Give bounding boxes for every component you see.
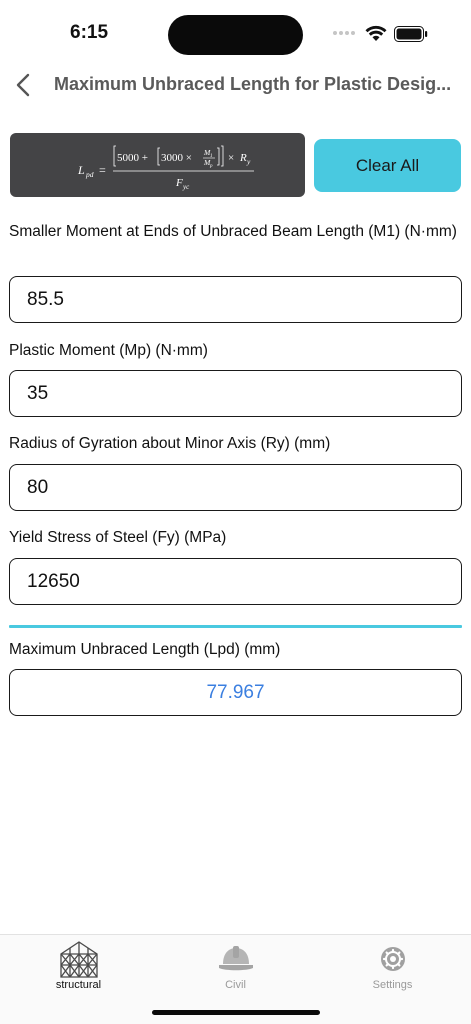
formula-equals: = <box>99 163 106 177</box>
m1-label: Smaller Moment at Ends of Unbraced Beam … <box>9 223 457 240</box>
formula-lhs-sub: pd <box>85 170 94 179</box>
tab-civil[interactable]: Civil <box>157 935 314 997</box>
formula-term-3000: 3000 × <box>161 152 192 164</box>
status-bar: 6:15 <box>0 0 471 62</box>
chevron-left-icon <box>16 73 30 97</box>
helmet-icon <box>218 946 253 971</box>
cellular-signal-icon <box>333 31 355 35</box>
mp-input[interactable] <box>9 370 462 417</box>
m1-input[interactable] <box>9 276 462 323</box>
ry-label: Radius of Gyration about Minor Axis (Ry)… <box>9 435 331 452</box>
formula-mp-sub: p <box>209 164 213 169</box>
tab-structural-label: structural <box>55 979 102 991</box>
tab-settings[interactable]: Settings <box>314 935 471 997</box>
formula-display: L pd = 5000 + 3000 × M 1 M p × R y F yc <box>10 133 305 197</box>
clear-all-button[interactable]: Clear All <box>314 139 461 192</box>
page-title: Maximum Unbraced Length for Plastic Desi… <box>54 74 452 94</box>
navigation-bar: Maximum Unbraced Length for Plastic Desi… <box>0 62 471 108</box>
section-divider <box>9 625 462 628</box>
wifi-icon <box>365 25 387 41</box>
result-value: 77.967 <box>9 669 462 716</box>
back-button[interactable] <box>8 68 38 102</box>
ry-input[interactable] <box>9 464 462 511</box>
tab-structural[interactable]: structural <box>0 935 157 997</box>
formula-fyc-sub: yc <box>182 183 190 191</box>
formula-fyc: F <box>175 177 183 189</box>
home-indicator <box>152 1010 320 1015</box>
fy-input[interactable] <box>9 558 462 605</box>
battery-icon <box>394 26 428 42</box>
mp-label: Plastic Moment (Mp) (N·mm) <box>9 342 208 359</box>
result-label: Maximum Unbraced Length (Lpd) (mm) <box>9 641 281 658</box>
formula-ry: R <box>239 152 247 164</box>
fy-label: Yield Stress of Steel (Fy) (MPa) <box>9 529 227 546</box>
formula-term-5000: 5000 + <box>117 152 148 164</box>
structural-icon <box>59 941 98 978</box>
formula-ry-sub: y <box>246 157 251 166</box>
tab-civil-label: Civil <box>225 979 246 991</box>
gear-icon <box>380 947 405 971</box>
formula-lhs: L <box>77 163 85 177</box>
dynamic-island <box>168 15 303 55</box>
tab-settings-label: Settings <box>372 979 413 991</box>
formula-times: × <box>228 152 234 164</box>
formula-equation: L pd = 5000 + 3000 × M 1 M p × R y F yc <box>77 145 254 191</box>
status-time: 6:15 <box>70 22 109 43</box>
